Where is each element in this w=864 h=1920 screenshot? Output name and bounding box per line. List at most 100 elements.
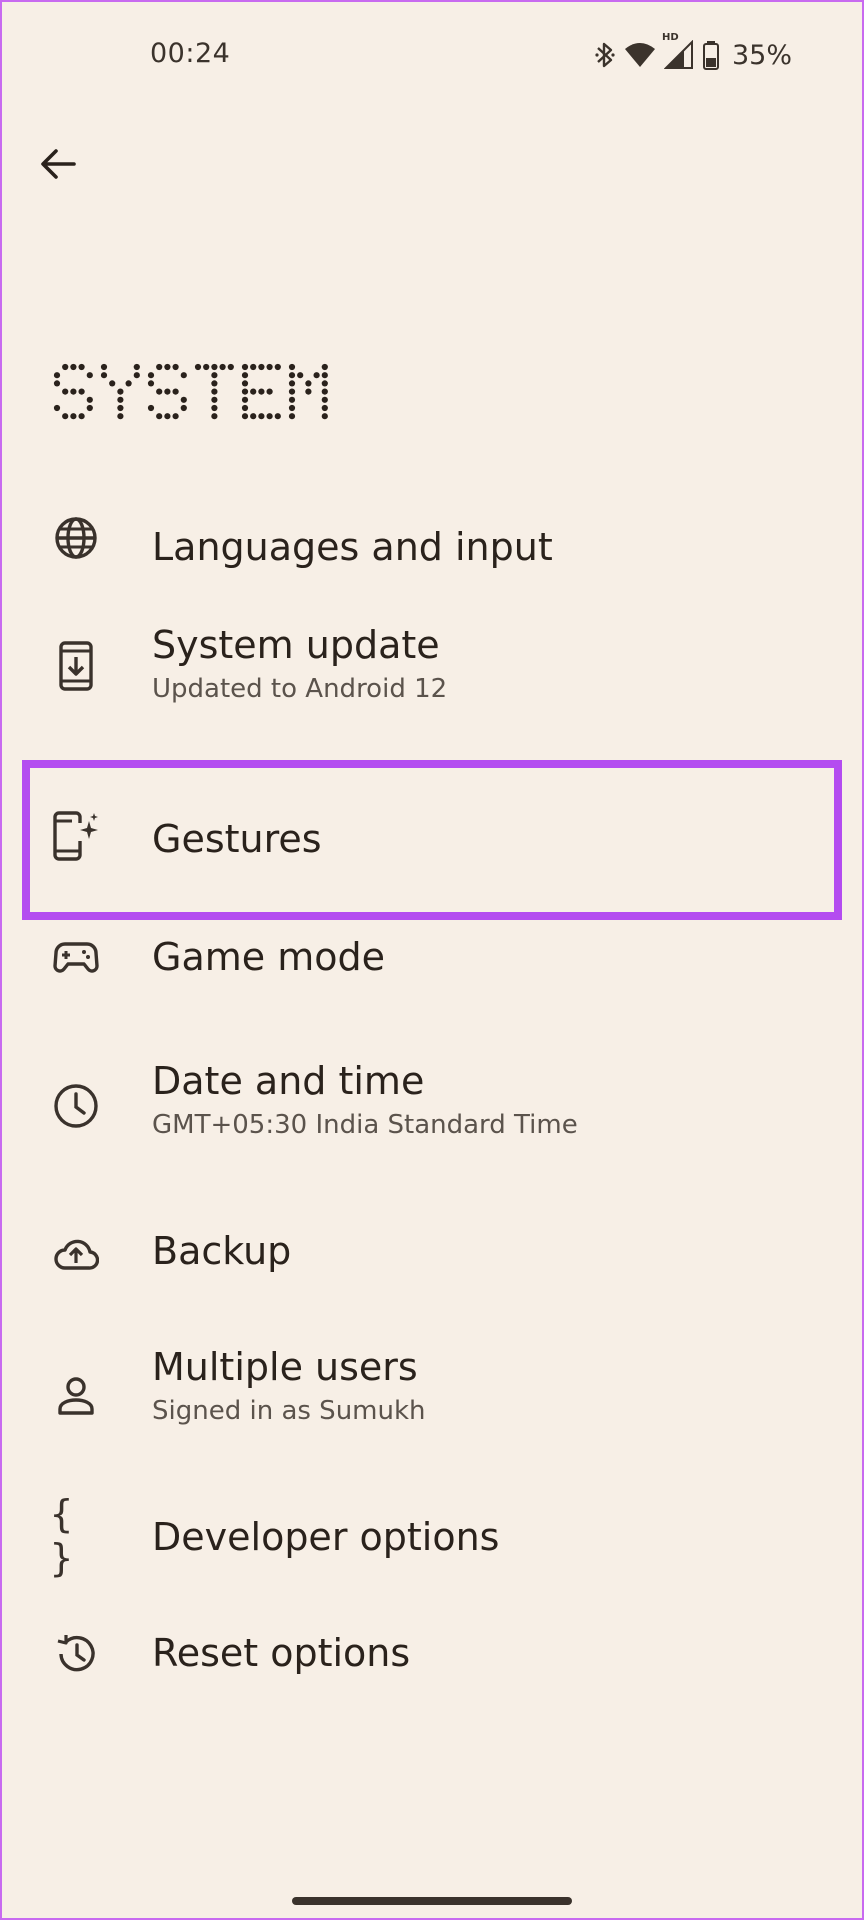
- gestures-icon: [50, 810, 102, 862]
- settings-item-backup[interactable]: Backup: [0, 1182, 864, 1308]
- settings-item-subtitle: Updated to Android 12: [152, 674, 448, 704]
- home-indicator[interactable]: [292, 1897, 572, 1905]
- title-dot: [211, 363, 218, 371]
- title-dot: [288, 380, 296, 387]
- title-dot: [203, 363, 210, 371]
- title-dot: [78, 413, 85, 420]
- title-dot: [258, 388, 265, 395]
- title-dot: [164, 363, 171, 371]
- title-dot: [258, 413, 265, 420]
- settings-item-system-update[interactable]: System update Updated to Android 12: [0, 622, 864, 774]
- page-title: SYSTEM: [53, 362, 353, 422]
- title-dot: [109, 380, 116, 387]
- title-dot: [305, 388, 312, 395]
- title-dot: [70, 388, 77, 395]
- title-dot: [53, 380, 61, 387]
- title-dot: [211, 380, 218, 387]
- gamepad-icon: [50, 932, 102, 984]
- title-dot: [147, 404, 155, 412]
- arrow-back-icon: [41, 149, 76, 179]
- title-dot: [266, 413, 273, 420]
- title-dot: [62, 363, 69, 371]
- title-dot: [288, 388, 296, 395]
- title-dot: [288, 413, 296, 420]
- title-dot: [258, 363, 265, 371]
- title-dot: [117, 396, 124, 403]
- title-dot: [266, 388, 273, 395]
- settings-item-reset-options[interactable]: Reset options: [0, 1594, 864, 1718]
- title-dot: [250, 388, 257, 395]
- wifi-icon: [624, 41, 656, 69]
- system-update-icon: [50, 640, 102, 692]
- battery-icon: [702, 40, 720, 70]
- title-dot: [241, 396, 249, 403]
- title-dot: [321, 363, 328, 371]
- settings-list: Languages and input System update Update…: [0, 480, 864, 1718]
- title-dot: [78, 388, 85, 395]
- title-dot: [172, 363, 179, 371]
- title-dot: [62, 413, 69, 420]
- title-dot: [156, 388, 163, 395]
- title-dot: [133, 372, 140, 379]
- title-dot: [274, 363, 281, 371]
- settings-item-date-time[interactable]: Date and time GMT+05:30 India Standard T…: [0, 1022, 864, 1182]
- title-dot: [133, 363, 140, 371]
- battery-percent: 35%: [731, 39, 792, 71]
- settings-item-title: Game mode: [152, 935, 385, 979]
- title-dot: [147, 372, 155, 379]
- back-button[interactable]: [30, 136, 86, 192]
- settings-item-title: Date and time: [152, 1059, 425, 1103]
- title-dot: [86, 396, 93, 403]
- title-dot: [321, 404, 328, 412]
- title-dot: [156, 413, 163, 420]
- title-dot: [241, 413, 249, 420]
- title-dot: [117, 413, 124, 420]
- title-dot: [211, 388, 218, 395]
- title-dot: [227, 363, 234, 371]
- title-dot: [53, 372, 61, 379]
- title-dot: [100, 363, 108, 371]
- title-dot: [288, 363, 296, 371]
- title-dot: [62, 388, 69, 395]
- settings-item-subtitle: GMT+05:30 India Standard Time: [152, 1110, 578, 1140]
- title-dot: [297, 372, 304, 379]
- title-dot: [266, 363, 273, 371]
- title-dot: [313, 372, 320, 379]
- settings-item-title: Developer options: [152, 1515, 500, 1559]
- title-dot: [241, 372, 249, 379]
- settings-item-title: Languages and input: [152, 525, 553, 569]
- title-dot: [241, 380, 249, 387]
- settings-item-developer-options[interactable]: { } Developer options: [0, 1470, 864, 1594]
- settings-item-subtitle: Signed in as Sumukh: [152, 1396, 426, 1426]
- title-dot: [211, 396, 218, 403]
- braces-icon: { }: [50, 1492, 79, 1580]
- title-dot: [321, 396, 328, 403]
- network-badge: HD: [661, 32, 679, 43]
- title-dot: [164, 388, 171, 395]
- title-dot: [241, 388, 249, 395]
- settings-item-title: Gestures: [152, 817, 322, 861]
- status-bar: 00:24 HD 35%: [0, 0, 864, 110]
- title-dot: [321, 372, 328, 379]
- title-dot: [180, 396, 187, 403]
- page-title-text: SYSTEM: [353, 362, 354, 363]
- settings-item-gestures[interactable]: Gestures: [0, 774, 864, 898]
- title-dot: [211, 372, 218, 379]
- title-dot: [125, 380, 132, 387]
- title-dot: [250, 363, 257, 371]
- clock-icon: [50, 1080, 102, 1132]
- title-dot: [211, 404, 218, 412]
- title-dot: [100, 372, 108, 379]
- settings-item-game-mode[interactable]: Game mode: [0, 898, 864, 1022]
- bluetooth-icon: [594, 40, 616, 70]
- title-dot: [211, 413, 218, 420]
- title-dot: [241, 363, 249, 371]
- title-dot: [305, 380, 312, 387]
- history-icon: [50, 1628, 102, 1680]
- title-dot: [86, 372, 93, 379]
- title-dot: [194, 363, 202, 371]
- settings-item-multiple-users[interactable]: Multiple users Signed in as Sumukh: [0, 1308, 864, 1470]
- settings-item-languages[interactable]: Languages and input: [0, 480, 864, 600]
- settings-item-title: Multiple users: [152, 1345, 418, 1389]
- person-icon: [50, 1370, 102, 1422]
